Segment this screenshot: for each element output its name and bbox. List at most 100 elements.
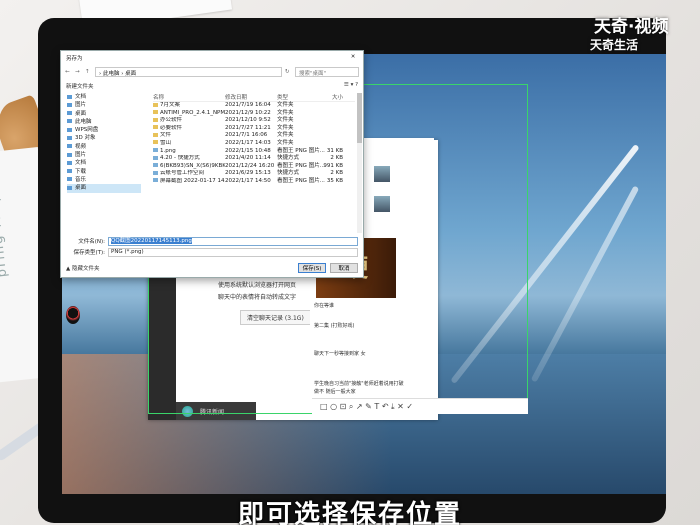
folder-icon <box>67 169 72 174</box>
file-row[interactable]: 文件 2021/7/1 16:06 文件夹 <box>153 132 355 140</box>
dialog-title: 另存为 <box>66 56 83 62</box>
up-icon[interactable]: ↑ <box>85 69 92 75</box>
save-as-dialog: 另存为 ✕ ← → ↑ › 此电脑 › 桌面 ↻ 搜索"桌面" 新建文件夹 ☰ … <box>60 50 364 278</box>
save-button[interactable]: 保存(S) <box>298 263 326 273</box>
file-size <box>313 132 343 140</box>
column-size[interactable]: 大小 <box>313 93 343 101</box>
file-name-text: 1.png <box>160 147 176 154</box>
file-name: 办公软件 <box>153 117 225 125</box>
scrollbar[interactable] <box>357 93 362 233</box>
folder-icon <box>153 102 158 107</box>
file-size: 31 KB <box>326 147 343 154</box>
file-row[interactable]: 7月文案 2021/7/19 16:04 文件夹 <box>153 102 355 110</box>
filetype-select[interactable]: PNG (*.png) <box>108 247 358 257</box>
tree-item[interactable]: 桌面 <box>67 110 141 118</box>
new-folder-button[interactable]: 新建文件夹 <box>66 82 94 90</box>
qq-penguin-icon[interactable] <box>66 306 80 324</box>
tree-item-label: 此电脑 <box>75 118 92 125</box>
folder-icon <box>67 111 72 116</box>
file-name-text: 文件 <box>160 132 172 139</box>
tree-item-label: 下载 <box>75 168 87 175</box>
file-name: 云账号管工作空间 <box>153 170 225 178</box>
file-type: 文件夹 <box>277 117 294 124</box>
scrollbar-thumb[interactable] <box>357 93 362 143</box>
file-row[interactable]: 屏幕截图 2022-01-17 145024.png2022/1/17 14:5… <box>153 178 355 186</box>
cancel-button[interactable]: 取消 <box>330 263 358 273</box>
folder-icon <box>67 160 72 165</box>
tree-item[interactable]: 图片 <box>67 101 141 109</box>
filename-label: 文件名(N): <box>78 239 105 245</box>
file-name-text: ANTIMI_PRO_2.4.1_NPM64 <box>160 109 225 116</box>
dialog-footer: ▲ 隐藏文件夹 保存(S) 取消 <box>61 263 363 273</box>
file-size <box>313 125 343 133</box>
search-input[interactable]: 搜索"桌面" <box>295 67 359 77</box>
file-date: 2021/7/27 11:21 <box>225 124 271 131</box>
file-row[interactable]: 1.png 2022/1/15 10:48 看图王 PNG 图片... 31 KB <box>153 148 355 156</box>
screenshot-toolbar[interactable]: □ ○ ⊡ ⌕ ↗ ✎ T ↶ ⤓ ✕ ✓ <box>312 398 528 414</box>
file-list: 名称 修改日期 类型 大小 7月文案 2021/7/19 16:04 文件夹 ANTI… <box>153 93 355 233</box>
file-name: 4.20 - 快捷方式 <box>153 155 225 163</box>
file-row[interactable]: 雪山 2022/1/17 14:03 文件夹 <box>153 140 355 148</box>
file-row[interactable]: 云账号管工作空间 2021/6/29 15:13 快捷方式 2 KB <box>153 170 355 178</box>
tree-item[interactable]: 此电脑 <box>67 118 141 126</box>
file-size: 2 KB <box>330 155 343 162</box>
file-name: 雪山 <box>153 140 225 148</box>
folder-icon <box>153 140 158 145</box>
file-name-text: 云账号管工作空间 <box>160 170 205 177</box>
file-date: 2022/1/17 14:03 <box>225 139 271 146</box>
tree-item[interactable]: 文档 <box>67 93 141 101</box>
close-icon[interactable]: ✕ <box>348 54 358 62</box>
file-name: 文件 <box>153 132 225 140</box>
file-date: 2021/6/29 15:13 <box>225 170 271 177</box>
tree-item[interactable]: 文档 <box>67 159 141 167</box>
path-input[interactable]: › 此电脑 › 桌面 <box>95 67 282 77</box>
tree-item[interactable]: 音乐 <box>67 176 141 184</box>
file-size <box>313 110 343 118</box>
file-type: 快捷方式 <box>277 155 300 162</box>
file-name: 1.png <box>153 148 225 156</box>
file-date: 2021/7/19 16:04 <box>225 102 271 108</box>
file-type: 文件夹 <box>277 132 294 139</box>
file-date: 2021/7/1 16:06 <box>225 132 268 139</box>
tree-item-label: 3D 对象 <box>75 135 96 142</box>
file-row[interactable]: 必要软件 2021/7/27 11:21 文件夹 <box>153 125 355 133</box>
column-date[interactable]: 修改日期 <box>225 93 277 101</box>
forward-icon[interactable]: → <box>75 69 82 75</box>
tree-item[interactable]: 下载 <box>67 168 141 176</box>
file-size <box>313 140 343 148</box>
tree-item[interactable]: 图片 <box>67 151 141 159</box>
folder-icon <box>67 152 72 157</box>
tree-item[interactable]: 3D 对象 <box>67 134 141 142</box>
folder-icon <box>153 117 158 122</box>
folder-icon <box>153 110 158 115</box>
file-name-text: 6(BKB93)SN_X(S6)9KBKD.png <box>160 162 225 169</box>
file-type: 文件夹 <box>277 139 294 146</box>
file-row[interactable]: 办公软件 2021/12/10 9:52 文件夹 <box>153 117 355 125</box>
tree-item[interactable]: 桌面 <box>67 184 141 193</box>
file-row[interactable]: 6(BKB93)SN_X(S6)9KBKD.png2021/12/24 16:2… <box>153 163 355 171</box>
tree-item[interactable]: WPS网盘 <box>67 126 141 134</box>
navigation-tree: 文档 图片 桌面 此电脑 WPS网盘 3D 对象 视频 图片 文档 下载 音乐 桌面 <box>61 93 141 233</box>
file-icon <box>153 170 158 175</box>
tree-item[interactable]: 视频 <box>67 143 141 151</box>
file-date: 2021/12/24 16:20 <box>225 162 275 169</box>
column-type[interactable]: 类型 <box>277 93 313 101</box>
tree-item-label: WPS网盘 <box>75 127 99 134</box>
column-name[interactable]: 名称 <box>153 93 225 101</box>
file-name-text: 必要软件 <box>160 124 183 131</box>
view-options-icon[interactable]: ☰ ▾ ? <box>344 82 358 90</box>
file-name-text: 雪山 <box>160 139 172 146</box>
tree-item-label: 图片 <box>75 152 87 159</box>
file-row[interactable]: ANTIMI_PRO_2.4.1_NPM64 2021/12/9 10:22 文件夹 <box>153 110 355 118</box>
filename-input[interactable]: QQ截图20220117145113.png <box>108 236 358 246</box>
tree-item-label: 视频 <box>75 143 87 150</box>
folder-icon <box>153 132 158 137</box>
hide-folders-toggle[interactable]: ▲ 隐藏文件夹 <box>66 264 294 272</box>
refresh-icon[interactable]: ↻ <box>285 69 292 75</box>
folder-icon <box>67 119 72 124</box>
tree-item-label: 图片 <box>75 102 87 109</box>
watermark-brand: 天奇·视频 <box>594 17 669 37</box>
file-icon <box>153 148 158 153</box>
back-icon[interactable]: ← <box>65 69 72 75</box>
file-row[interactable]: 4.20 - 快捷方式 2021/4/20 11:14 快捷方式 2 KB <box>153 155 355 163</box>
